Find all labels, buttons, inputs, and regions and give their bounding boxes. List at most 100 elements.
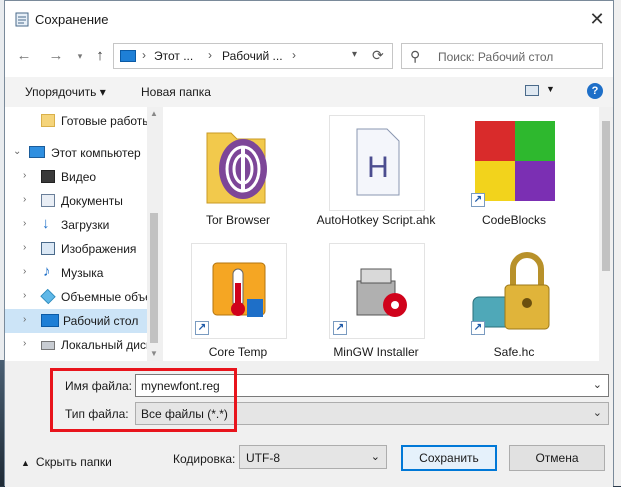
expand-chevron-icon[interactable]: › bbox=[23, 266, 26, 277]
music-note-icon: ♪ bbox=[43, 263, 51, 280]
file-name: MinGW Installer bbox=[333, 345, 419, 359]
expand-chevron-icon[interactable]: › bbox=[23, 242, 26, 253]
new-folder-button[interactable]: Новая папка bbox=[141, 85, 211, 99]
nav-item-this-pc[interactable]: ⌄ Этот компьютер bbox=[5, 141, 147, 165]
scroll-down-icon[interactable]: ▼ bbox=[150, 349, 158, 358]
organize-button[interactable]: Упорядочить ▾ bbox=[25, 85, 106, 99]
3d-objects-icon bbox=[40, 288, 56, 305]
hide-folders-label: Скрыть папки bbox=[35, 455, 112, 469]
filename-value[interactable]: mynewfont.reg bbox=[141, 379, 220, 393]
content-scroll-thumb[interactable] bbox=[602, 121, 610, 271]
expand-chevron-icon[interactable]: › bbox=[23, 314, 26, 325]
computer-icon bbox=[120, 50, 136, 62]
filetype-label: Тип файла: bbox=[65, 407, 129, 421]
expand-chevron-icon[interactable]: › bbox=[23, 194, 26, 205]
filename-field[interactable]: mynewfont.reg ⌄ bbox=[135, 374, 609, 397]
breadcrumb-this-pc[interactable]: Этот ... bbox=[154, 49, 193, 63]
file-name: CodeBlocks bbox=[481, 213, 547, 227]
file-list: Tor Browser H AutoHotkey Script.ahk ↗ Co… bbox=[163, 107, 613, 361]
nav-item-3d-objects[interactable]: › Объемные объекты bbox=[5, 285, 161, 309]
shortcut-arrow-icon: ↗ bbox=[333, 321, 347, 335]
nav-item-pictures[interactable]: › Изображения bbox=[5, 237, 147, 261]
nav-item-label: Рабочий стол bbox=[63, 314, 139, 328]
collapse-chevron-icon[interactable]: ⌄ bbox=[13, 146, 21, 157]
navigation-pane: Готовые работы ⌄ Этот компьютер › Видео … bbox=[5, 107, 161, 361]
nav-item-label: Изображения bbox=[61, 242, 137, 256]
hide-folders-toggle[interactable]: ▲ Скрыть папки bbox=[21, 455, 112, 469]
encoding-label: Кодировка: bbox=[173, 452, 236, 466]
expand-chevron-icon[interactable]: › bbox=[23, 170, 26, 181]
filename-label: Имя файла: bbox=[65, 379, 132, 393]
expand-chevron-icon[interactable]: › bbox=[23, 290, 26, 301]
nav-item-music[interactable]: › ♪ Музыка bbox=[5, 261, 147, 285]
filename-dropdown-chevron-icon[interactable]: ⌄ bbox=[593, 378, 602, 391]
content-scrollbar[interactable] bbox=[599, 107, 613, 361]
file-item-codeblocks[interactable]: ↗ CodeBlocks bbox=[439, 107, 575, 227]
up-arrow-icon[interactable]: ↑ bbox=[91, 47, 109, 65]
filetype-value: Все файлы (*.*) bbox=[141, 407, 228, 421]
documents-icon bbox=[41, 194, 55, 207]
help-button[interactable]: ? bbox=[587, 83, 603, 99]
nav-item-desktop[interactable]: › Рабочий стол bbox=[5, 309, 147, 333]
shortcut-arrow-icon: ↗ bbox=[195, 321, 209, 335]
svg-text:H: H bbox=[367, 151, 389, 184]
filetype-dropdown-chevron-icon[interactable]: ⌄ bbox=[593, 406, 602, 419]
breadcrumb-separator-icon: › bbox=[142, 48, 146, 62]
nav-item-video[interactable]: › Видео bbox=[5, 165, 147, 189]
file-name: Safe.hc bbox=[493, 345, 535, 359]
nav-scroll-thumb[interactable] bbox=[150, 213, 158, 343]
ahk-script-icon: H bbox=[356, 128, 400, 196]
address-dropdown-chevron-icon[interactable]: ▾ bbox=[352, 49, 357, 60]
file-name: AutoHotkey Script.ahk bbox=[316, 213, 436, 227]
pictures-icon bbox=[41, 242, 55, 255]
nav-item-downloads[interactable]: › ↓ Загрузки bbox=[5, 213, 147, 237]
view-options-icon[interactable] bbox=[525, 85, 539, 96]
nav-item-label: Этот компьютер bbox=[51, 146, 141, 160]
command-toolbar: Упорядочить ▾ Новая папка ▼ ? bbox=[5, 77, 613, 107]
forward-arrow-icon[interactable]: → bbox=[47, 47, 65, 65]
filetype-select[interactable]: Все файлы (*.*) ⌄ bbox=[135, 402, 609, 425]
file-item-ahk-script[interactable]: H AutoHotkey Script.ahk bbox=[301, 107, 437, 227]
file-item-safe-hc[interactable]: ↗ Safe.hc bbox=[439, 235, 575, 359]
encoding-dropdown-chevron-icon[interactable]: ⌄ bbox=[371, 450, 380, 463]
shortcut-arrow-icon: ↗ bbox=[471, 321, 485, 335]
file-name: Tor Browser bbox=[205, 213, 270, 227]
refresh-icon[interactable]: ⟳ bbox=[372, 47, 384, 64]
collapse-caret-icon: ▲ bbox=[21, 458, 30, 468]
nav-scrollbar[interactable]: ▲ ▼ bbox=[147, 107, 161, 361]
nav-item-documents[interactable]: › Документы bbox=[5, 189, 147, 213]
address-bar[interactable]: › Этот ... › Рабочий ... › ▾ ⟳ bbox=[113, 43, 393, 69]
nav-item-ready-works[interactable]: Готовые работы bbox=[5, 109, 151, 133]
video-icon bbox=[41, 170, 55, 183]
navigation-bar: ← → ▾ ↑ › Этот ... › Рабочий ... › ▾ ⟳ ⚲… bbox=[5, 37, 613, 77]
nav-item-local-disk[interactable]: › Локальный диск bbox=[5, 333, 151, 357]
file-item-mingw-installer[interactable]: ↗ MinGW Installer bbox=[301, 235, 437, 359]
cancel-button[interactable]: Отмена bbox=[509, 445, 605, 471]
save-button[interactable]: Сохранить bbox=[401, 445, 497, 471]
search-icon: ⚲ bbox=[410, 48, 421, 64]
recent-locations-chevron-icon[interactable]: ▾ bbox=[71, 47, 89, 65]
file-name: Core Temp bbox=[208, 345, 268, 359]
view-options-chevron-icon[interactable]: ▼ bbox=[546, 84, 555, 94]
core-temp-icon bbox=[212, 262, 266, 317]
title-bar: Сохранение ✕ bbox=[5, 1, 613, 37]
search-box[interactable]: ⚲ Поиск: Рабочий стол bbox=[401, 43, 603, 69]
search-placeholder: Поиск: Рабочий стол bbox=[438, 50, 554, 64]
expand-chevron-icon[interactable]: › bbox=[23, 218, 26, 229]
nav-item-label: Видео bbox=[61, 170, 97, 184]
file-item-tor-browser[interactable]: Tor Browser bbox=[163, 107, 299, 227]
nav-item-label: Документы bbox=[61, 194, 123, 208]
mingw-installer-icon bbox=[356, 268, 407, 317]
computer-icon bbox=[29, 146, 45, 158]
scroll-up-icon[interactable]: ▲ bbox=[150, 109, 158, 118]
file-item-core-temp[interactable]: ↗ Core Temp bbox=[163, 235, 299, 359]
expand-chevron-icon[interactable]: › bbox=[23, 338, 26, 349]
notepad-icon bbox=[15, 12, 29, 27]
breadcrumb-desktop[interactable]: Рабочий ... bbox=[222, 49, 283, 63]
nav-item-label: Готовые работы bbox=[61, 114, 151, 128]
back-arrow-icon[interactable]: ← bbox=[15, 47, 33, 65]
disk-icon bbox=[41, 341, 55, 350]
close-button[interactable]: ✕ bbox=[585, 7, 609, 31]
shortcut-arrow-icon: ↗ bbox=[471, 193, 485, 207]
encoding-select[interactable]: UTF-8 ⌄ bbox=[239, 445, 387, 469]
